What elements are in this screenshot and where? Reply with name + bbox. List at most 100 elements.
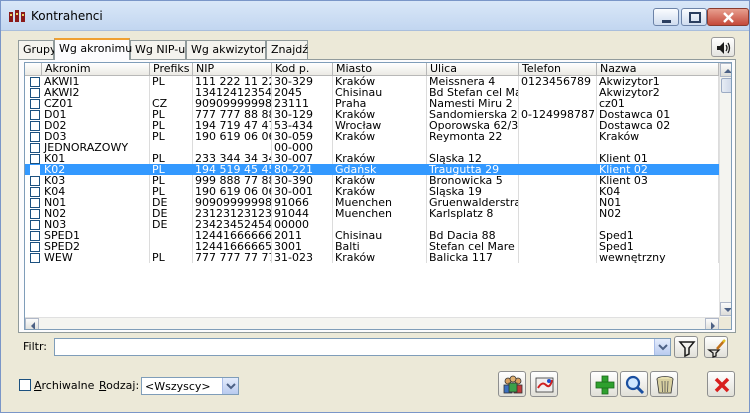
contractors-grid[interactable]: Akronim Prefiks NIP Kod p. Miasto Ulica … bbox=[24, 62, 732, 330]
cell-telefon bbox=[519, 175, 597, 186]
scroll-left-button[interactable] bbox=[25, 318, 39, 329]
search-button[interactable] bbox=[620, 371, 648, 397]
tab-wg-akwizytora[interactable]: Wg akwizytora bbox=[186, 40, 272, 59]
cell-ulica: Karlsplatz 8 bbox=[427, 208, 519, 219]
row-checkbox[interactable] bbox=[30, 121, 40, 131]
table-row[interactable]: N03DE234234524543500000 bbox=[25, 219, 719, 230]
cell-telefon bbox=[519, 131, 597, 142]
header-nip[interactable]: NIP bbox=[193, 63, 272, 76]
row-checkbox[interactable] bbox=[30, 143, 40, 153]
scroll-down-button[interactable] bbox=[720, 302, 731, 316]
tab-wg-akronimu[interactable]: Wg akronimu bbox=[54, 38, 132, 60]
header-check[interactable] bbox=[25, 63, 42, 76]
cell-ulica: Oporowska 62/3 bbox=[429, 120, 519, 131]
cell-kod: 30-129 bbox=[272, 109, 333, 120]
archiwalne-checkbox[interactable] bbox=[19, 379, 31, 391]
chevron-down-icon bbox=[226, 383, 236, 390]
apply-filter-button[interactable] bbox=[674, 336, 698, 358]
cell-telefon: 0-124998787 bbox=[519, 109, 597, 120]
vertical-scrollbar[interactable] bbox=[719, 63, 731, 317]
add-button[interactable] bbox=[590, 371, 618, 397]
rodzaj-label: Rodzaj: bbox=[99, 379, 139, 392]
title-bar[interactable]: Kontrahenci bbox=[1, 1, 749, 31]
maximize-button[interactable] bbox=[681, 8, 707, 26]
speaker-button[interactable] bbox=[711, 37, 735, 57]
table-row[interactable]: SPED2 12441666665553001BaltiStefan cel Ma… bbox=[25, 241, 719, 252]
cell-nazwa: Akwizytor1 bbox=[597, 76, 719, 87]
table-row[interactable]: D01 PL 777 777 88 88 30-129 Kraków Sandomiers… bbox=[25, 109, 719, 120]
cell-nazwa: Dostawca 02 bbox=[597, 120, 719, 131]
tab-znajdz[interactable]: Znajdź bbox=[266, 40, 308, 59]
table-row[interactable]: D02 PL 194 719 47 47 53-434 Wrocław Oporowska… bbox=[25, 120, 719, 131]
table-row[interactable]: K02 PL 194 519 45 45 80-221 Gdańsk Traugutta … bbox=[25, 164, 719, 175]
row-checkbox[interactable] bbox=[30, 154, 40, 164]
table-row[interactable]: N02DE231231231231291044MuenchenKarlsplat… bbox=[25, 208, 719, 219]
contractors-icon bbox=[9, 10, 25, 22]
rodzaj-select[interactable]: <Wszyscy> bbox=[141, 377, 239, 395]
cell-nip bbox=[193, 142, 272, 153]
header-nazwa[interactable]: Nazwa bbox=[597, 63, 719, 76]
row-checkbox[interactable] bbox=[30, 176, 40, 186]
group-button[interactable] bbox=[498, 371, 526, 397]
close-button[interactable] bbox=[707, 371, 735, 397]
table-row[interactable]: K04 PL 190 619 06 06 30-001 Kraków Śląska 19 K… bbox=[25, 186, 719, 197]
cell-akronim: CZ01 bbox=[42, 98, 150, 109]
cell-nazwa: Klient 02 bbox=[597, 164, 719, 175]
table-row[interactable]: SPED1 12441666666662011ChisinauBd Dacia 8… bbox=[25, 230, 719, 241]
cell-nazwa bbox=[597, 219, 719, 230]
rodzaj-dropdown-button[interactable] bbox=[222, 378, 238, 394]
row-checkbox[interactable] bbox=[30, 231, 40, 241]
header-kod[interactable]: Kod p. bbox=[272, 63, 333, 76]
table-row[interactable]: D03 PL 190 619 06 06 30-059 Kraków Reymonta 2… bbox=[25, 131, 719, 142]
vertical-scroll-thumb[interactable] bbox=[721, 78, 731, 93]
cell-nazwa: Klient 01 bbox=[597, 153, 719, 164]
map-button[interactable] bbox=[530, 371, 558, 397]
filter-dropdown-button[interactable] bbox=[654, 339, 670, 355]
row-checkbox[interactable] bbox=[30, 165, 40, 175]
table-row[interactable]: K01 PL 233 344 34 34 30-007 Kraków Śląska 12 K… bbox=[25, 153, 719, 164]
table-row[interactable]: CZ01CZ909099999988823111PrahaNamesti Mir… bbox=[25, 98, 719, 109]
row-checkbox[interactable] bbox=[30, 88, 40, 98]
horizontal-scrollbar[interactable] bbox=[25, 317, 719, 329]
header-prefiks[interactable]: Prefiks bbox=[150, 63, 193, 76]
row-checkbox[interactable] bbox=[30, 99, 40, 109]
delete-button[interactable] bbox=[650, 371, 678, 397]
cell-akronim: SPED1 bbox=[42, 230, 150, 241]
row-checkbox[interactable] bbox=[30, 242, 40, 252]
tab-wg-nip[interactable]: Wg NIP-u bbox=[130, 40, 186, 59]
header-miasto[interactable]: Miasto bbox=[333, 63, 427, 76]
row-checkbox[interactable] bbox=[30, 209, 40, 219]
header-akronim[interactable]: Akronim bbox=[42, 63, 150, 76]
cell-miasto: Kraków bbox=[333, 175, 427, 186]
edit-filter-button[interactable] bbox=[704, 336, 728, 358]
minimize-button[interactable] bbox=[653, 8, 679, 26]
cell-kod: 91044 bbox=[272, 208, 333, 219]
row-checkbox[interactable] bbox=[30, 77, 40, 87]
tab-grupy[interactable]: Grupy bbox=[18, 40, 57, 59]
cell-telefon bbox=[519, 87, 597, 98]
header-ulica[interactable]: Ulica bbox=[427, 63, 519, 76]
archiwalne-label[interactable]: Archiwalne bbox=[34, 379, 94, 392]
cell-akronim: K01 bbox=[42, 153, 150, 164]
minimize-icon bbox=[662, 20, 671, 23]
cell-ulica bbox=[427, 219, 519, 230]
row-checkbox[interactable] bbox=[30, 220, 40, 230]
row-checkbox[interactable] bbox=[30, 198, 40, 208]
filter-combobox[interactable] bbox=[54, 338, 671, 356]
table-row[interactable]: K03 PL 999 888 77 88 30-390 Kraków Bronowicka… bbox=[25, 175, 719, 186]
table-row[interactable]: N01DE909099999988891066MuenchenGruenwald… bbox=[25, 197, 719, 208]
scroll-up-button[interactable] bbox=[720, 63, 731, 77]
row-checkbox[interactable] bbox=[30, 132, 40, 142]
header-telefon[interactable]: Telefon bbox=[519, 63, 597, 76]
row-checkbox[interactable] bbox=[30, 187, 40, 197]
row-checkbox[interactable] bbox=[30, 253, 40, 263]
table-row[interactable]: JEDNORAZOWY 00-000 bbox=[25, 142, 719, 153]
table-row[interactable]: WEW PL 777 777 77 77 31-023 Kraków Balicka 11… bbox=[25, 252, 719, 263]
table-row[interactable]: AKWI2 13412412354232045ChisinauBd Stefan … bbox=[25, 87, 719, 98]
table-row[interactable]: AKWI1 PL 111 222 11 22 30-329 Kraków Meissner… bbox=[25, 76, 719, 87]
cell-ulica: Meissnera 4 bbox=[427, 76, 519, 87]
close-window-button[interactable] bbox=[707, 8, 749, 26]
cell-akronim: SPED2 bbox=[42, 241, 150, 252]
row-checkbox[interactable] bbox=[30, 110, 40, 120]
scroll-right-button[interactable] bbox=[705, 318, 719, 329]
